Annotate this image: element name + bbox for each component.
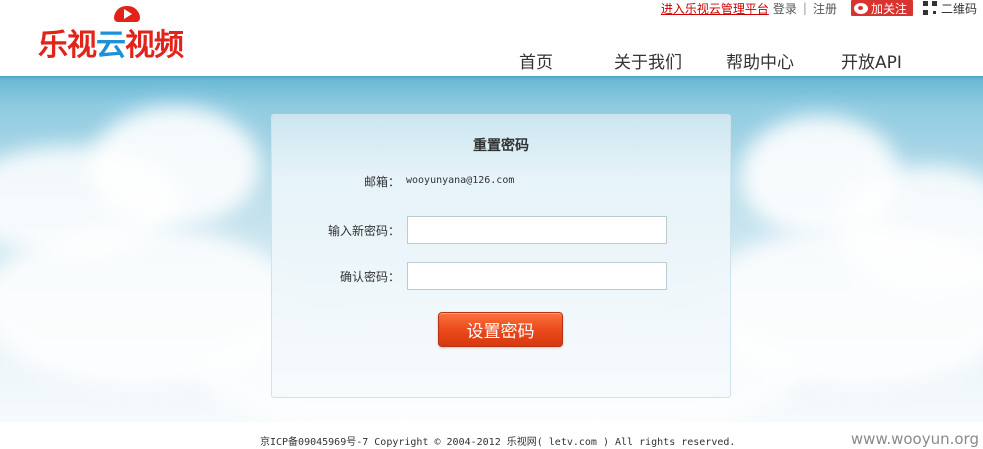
watermark: www.wooyun.org: [850, 430, 979, 448]
new-password-input[interactable]: [407, 216, 667, 244]
reset-password-panel: 重置密码 邮箱： wooyunyana@126.com 输入新密码： 确认密码：…: [271, 114, 731, 398]
confirm-password-input[interactable]: [407, 262, 667, 290]
logo-text: 乐视云视频: [38, 20, 184, 64]
top-bar: 乐视云视频 进入乐视云管理平台 登录 | 注册 加关注 二维码 首页 关于我们 …: [0, 0, 983, 76]
weibo-follow-label: 加关注: [870, 1, 907, 16]
logo-text-shi-pin: 视频: [125, 28, 184, 63]
email-label: 邮箱：: [363, 175, 400, 189]
qr-code-icon: [922, 1, 937, 15]
nav-open-api[interactable]: 开放API: [841, 48, 902, 73]
top-links: 进入乐视云管理平台 登录 | 注册 加关注 二维码: [661, 0, 977, 16]
new-password-label: 输入新密码：: [327, 224, 400, 238]
set-password-button[interactable]: 设置密码: [438, 312, 563, 347]
cloud: [90, 106, 260, 226]
nav-help-center[interactable]: 帮助中心: [726, 48, 794, 73]
link-separator: |: [802, 1, 807, 15]
email-value: wooyunyana@126.com: [406, 175, 515, 186]
nav-about-us[interactable]: 关于我们: [614, 48, 682, 73]
login-link[interactable]: 登录: [773, 0, 797, 17]
logo-text-le-shi: 乐视: [38, 28, 97, 63]
footer-copyright: 京ICP备09045969号-7 Copyright © 2004-2012 乐…: [260, 437, 736, 448]
admin-platform-link[interactable]: 进入乐视云管理平台: [661, 0, 769, 17]
register-link[interactable]: 注册: [813, 0, 837, 17]
panel-title: 重置密码: [473, 138, 529, 154]
qr-code-button[interactable]: 二维码: [922, 0, 977, 17]
qr-code-label: 二维码: [940, 1, 977, 16]
confirm-password-label: 确认密码：: [339, 270, 400, 284]
weibo-follow-button[interactable]: 加关注: [850, 0, 913, 16]
logo-text-yun: 云: [96, 28, 126, 63]
weibo-icon: [853, 2, 868, 14]
nav-home[interactable]: 首页: [519, 48, 553, 73]
letv-cloud-logo[interactable]: 乐视云视频: [38, 6, 208, 63]
